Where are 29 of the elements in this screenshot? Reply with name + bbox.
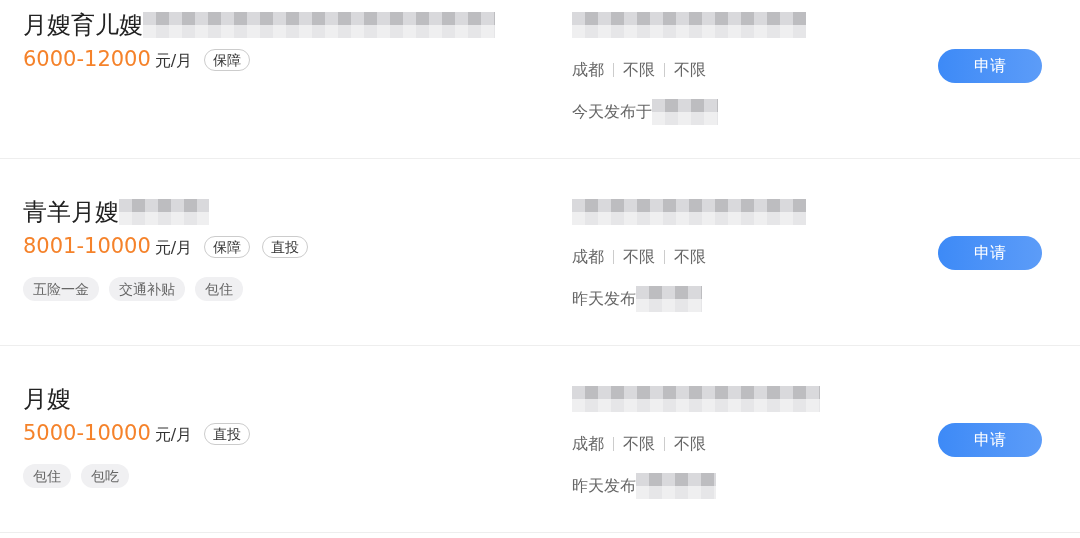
job-title: 月嫂育儿嫂 bbox=[23, 10, 143, 41]
benefit-tag: 五险一金 bbox=[23, 277, 99, 301]
salary-unit: 元/月 bbox=[154, 50, 193, 73]
salary-unit: 元/月 bbox=[154, 424, 193, 447]
location-text: 成都 bbox=[572, 433, 604, 455]
location-text: 不限 bbox=[623, 246, 655, 268]
post-date: 昨天发布 bbox=[572, 288, 636, 310]
location-text: 不限 bbox=[674, 433, 706, 455]
salary: 6000-12000 bbox=[23, 46, 151, 74]
location-text: 成都 bbox=[572, 59, 604, 81]
location-text: 不限 bbox=[674, 59, 706, 81]
benefit-tag: 包住 bbox=[23, 464, 71, 488]
apply-button[interactable]: 申请 bbox=[938, 423, 1042, 457]
location-text: 不限 bbox=[623, 433, 655, 455]
location-text: 不限 bbox=[674, 246, 706, 268]
salary-unit: 元/月 bbox=[154, 237, 193, 260]
benefit-tag: 包住 bbox=[195, 277, 243, 301]
job-title: 月嫂 bbox=[23, 384, 71, 415]
apply-button[interactable]: 申请 bbox=[938, 236, 1042, 270]
job-title: 青羊月嫂 bbox=[23, 197, 119, 228]
location-text: 成都 bbox=[572, 246, 604, 268]
salary: 5000-10000 bbox=[23, 420, 151, 448]
benefit-tag: 包吃 bbox=[81, 464, 129, 488]
apply-button[interactable]: 申请 bbox=[938, 49, 1042, 83]
location-text: 不限 bbox=[623, 59, 655, 81]
benefit-tag: 交通补贴 bbox=[109, 277, 185, 301]
post-date: 昨天发布 bbox=[572, 475, 636, 497]
salary: 8001-10000 bbox=[23, 233, 151, 261]
post-date: 今天发布于 bbox=[572, 101, 652, 123]
